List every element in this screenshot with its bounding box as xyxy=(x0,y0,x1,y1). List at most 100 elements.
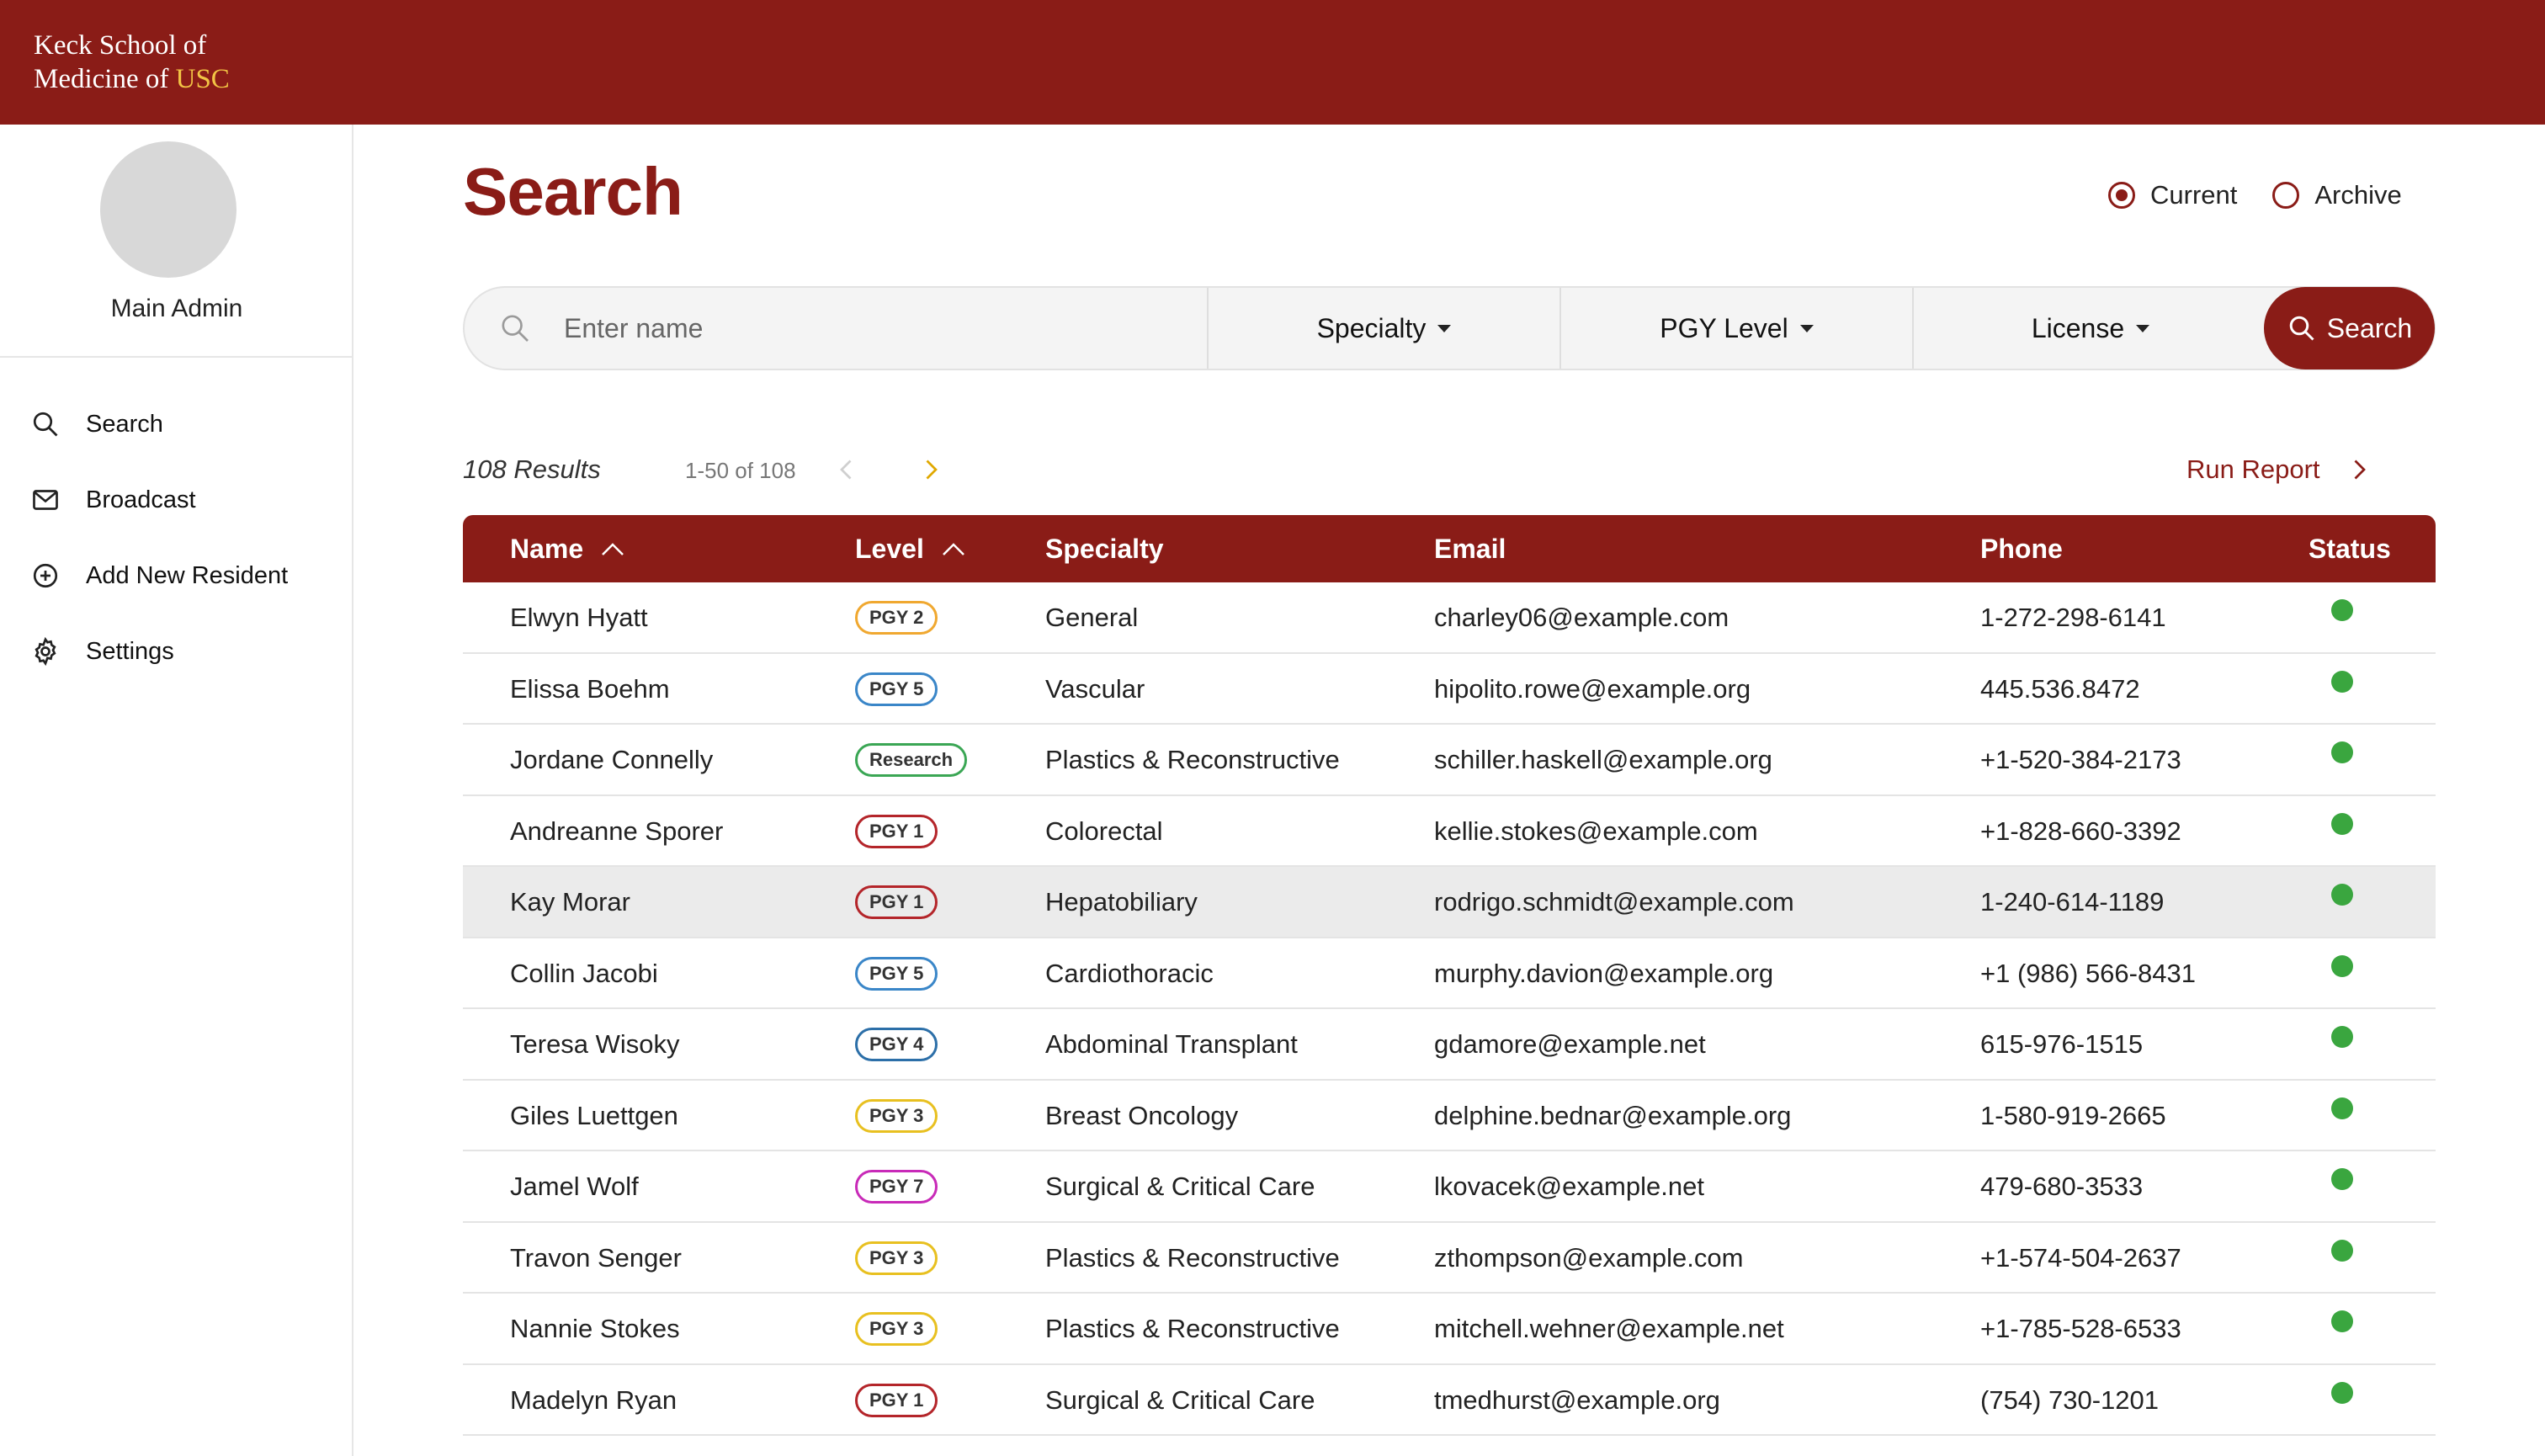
email-cell: rodrigo.schmidt@example.com xyxy=(1434,887,1794,917)
column-header-label: Level xyxy=(855,533,924,564)
resident-name: Travon Senger xyxy=(510,1242,682,1273)
table-row[interactable]: Travon Senger PGY 3 Plastics & Reconstruct… xyxy=(463,1223,2436,1294)
sidebar: Main Admin Search Broadcast Add New Resi… xyxy=(0,125,353,1456)
level-badge: PGY 1 xyxy=(855,1383,938,1417)
level-cell: PGY 7 xyxy=(855,1151,938,1222)
level-badge: Research xyxy=(855,743,968,777)
license-filter-dropdown[interactable]: License xyxy=(1914,288,2267,369)
table-header: Name Level Specialty Email Phone Status xyxy=(463,515,2436,582)
table-row[interactable]: Andreanne Sporer PGY 1 Colorectal kellie.st… xyxy=(463,796,2436,867)
avatar[interactable] xyxy=(100,141,236,278)
resident-name: Teresa Wisoky xyxy=(510,1029,680,1059)
plus-circle-icon xyxy=(33,563,58,588)
name-search-input[interactable] xyxy=(564,312,1153,344)
level-badge: PGY 3 xyxy=(855,1241,938,1275)
sort-ascending-icon[interactable] xyxy=(600,540,625,557)
school-logo[interactable]: Keck School of Medicine of USC xyxy=(34,29,230,96)
sidebar-item-label: Search xyxy=(86,410,163,438)
email-cell: charley06@example.com xyxy=(1434,603,1729,632)
pgy-level-filter-label: PGY Level xyxy=(1660,312,1788,343)
level-cell: PGY 3 xyxy=(855,1223,938,1294)
radio-archive[interactable]: Archive xyxy=(2272,180,2402,210)
table-row[interactable]: Kay Morar PGY 1 Hepatobiliary rodrigo.schmi… xyxy=(463,867,2436,938)
level-badge: PGY 1 xyxy=(855,814,938,848)
status-cell xyxy=(2331,796,2353,867)
table-row[interactable]: Jamel Wolf PGY 7 Surgical & Critical Care l… xyxy=(463,1151,2436,1223)
sidebar-item-add-new-resident[interactable]: Add New Resident xyxy=(30,550,333,601)
caret-down-icon xyxy=(1437,324,1452,332)
logo-line-1: Keck School of xyxy=(34,30,207,61)
sidebar-item-broadcast[interactable]: Broadcast xyxy=(30,475,333,525)
sidebar-item-search[interactable]: Search xyxy=(30,399,333,449)
sidebar-divider xyxy=(0,356,352,358)
residents-table: Name Level Specialty Email Phone Status … xyxy=(463,515,2436,1436)
status-cell xyxy=(2331,582,2353,653)
level-badge: PGY 2 xyxy=(855,601,938,635)
email-cell: tmedhurst@example.org xyxy=(1434,1384,1720,1415)
level-badge: PGY 5 xyxy=(855,672,938,706)
table-row[interactable]: Elwyn Hyatt PGY 2 General charley06@example… xyxy=(463,582,2436,654)
phone-cell: (754) 730-1201 xyxy=(1980,1384,2159,1415)
table-row[interactable]: Jordane Connelly Research Plastics & Recon… xyxy=(463,725,2436,796)
radio-current-indicator[interactable] xyxy=(2108,182,2135,209)
pagination-range: 1-50 of 108 xyxy=(685,458,796,483)
chevron-left-icon[interactable] xyxy=(832,453,862,486)
table-row[interactable]: Elissa Boehm PGY 5 Vascular hipolito.rowe@e… xyxy=(463,654,2436,725)
search-icon xyxy=(2289,316,2314,341)
level-cell: PGY 3 xyxy=(855,1081,938,1151)
status-cell xyxy=(2331,1223,2353,1294)
radio-current-label: Current xyxy=(2150,180,2238,210)
level-badge: PGY 4 xyxy=(855,1028,938,1061)
logo-line-2-prefix: Medicine of xyxy=(34,64,176,94)
column-header-status[interactable]: Status xyxy=(2309,515,2391,582)
name-search-field xyxy=(465,288,1209,369)
phone-cell: 445.536.8472 xyxy=(1980,673,2140,704)
sidebar-item-settings[interactable]: Settings xyxy=(30,626,333,677)
level-cell: PGY 4 xyxy=(855,1009,938,1080)
specialty-cell: Plastics & Reconstructive xyxy=(1045,745,1340,774)
resident-name: Kay Morar xyxy=(510,887,630,917)
logo-accent: USC xyxy=(175,64,230,94)
search-button-label: Search xyxy=(2326,312,2413,343)
pgy-level-filter-dropdown[interactable]: PGY Level xyxy=(1561,288,1914,369)
table-row[interactable]: Giles Luettgen PGY 3 Breast Oncology delphi… xyxy=(463,1081,2436,1151)
status-indicator-icon xyxy=(2331,884,2353,906)
radio-archive-indicator[interactable] xyxy=(2272,182,2300,209)
column-header-email[interactable]: Email xyxy=(1434,515,1506,582)
specialty-cell: Plastics & Reconstructive xyxy=(1045,1242,1340,1273)
logo-line-2: Medicine of USC xyxy=(34,62,230,96)
specialty-cell: Abdominal Transplant xyxy=(1045,1029,1298,1059)
search-button[interactable]: Search xyxy=(2264,287,2435,369)
chevron-right-icon[interactable] xyxy=(916,453,946,486)
status-cell xyxy=(2331,938,2353,1009)
specialty-cell: Cardiothoracic xyxy=(1045,958,1214,988)
search-icon xyxy=(33,412,58,437)
email-cell: murphy.davion@example.org xyxy=(1434,958,1774,988)
table-row[interactable]: Madelyn Ryan PGY 1 Surgical & Critical Car… xyxy=(463,1365,2436,1436)
level-cell: PGY 1 xyxy=(855,796,938,867)
specialty-filter-dropdown[interactable]: Specialty xyxy=(1209,288,1561,369)
column-header-phone[interactable]: Phone xyxy=(1980,515,2063,582)
results-count: 108 Results xyxy=(463,454,601,484)
table-row[interactable]: Teresa Wisoky PGY 4 Abdominal Transplant gd… xyxy=(463,1009,2436,1081)
level-badge: PGY 1 xyxy=(855,885,938,919)
status-indicator-icon xyxy=(2331,599,2353,621)
column-header-label: Status xyxy=(2309,533,2391,564)
phone-cell: 615-976-1515 xyxy=(1980,1029,2144,1059)
resident-name: Elissa Boehm xyxy=(510,673,670,704)
column-header-name[interactable]: Name xyxy=(510,515,625,582)
specialty-cell: Surgical & Critical Care xyxy=(1045,1384,1315,1415)
search-icon xyxy=(502,315,529,342)
specialty-filter-label: Specialty xyxy=(1316,312,1427,343)
top-bar: Keck School of Medicine of USC xyxy=(0,0,2545,125)
run-report-link[interactable]: Run Report xyxy=(2186,453,2374,486)
table-row[interactable]: Collin Jacobi PGY 5 Cardiothoracic murphy.d… xyxy=(463,938,2436,1009)
radio-current[interactable]: Current xyxy=(2108,180,2237,210)
column-header-specialty[interactable]: Specialty xyxy=(1045,515,1164,582)
column-header-level[interactable]: Level xyxy=(855,515,966,582)
status-indicator-icon xyxy=(2331,1097,2353,1119)
email-cell: kellie.stokes@example.com xyxy=(1434,816,1758,846)
table-row[interactable]: Nannie Stokes PGY 3 Plastics & Reconstruct… xyxy=(463,1294,2436,1365)
phone-cell: 1-580-919-2665 xyxy=(1980,1100,2166,1130)
sort-ascending-icon[interactable] xyxy=(941,540,966,557)
